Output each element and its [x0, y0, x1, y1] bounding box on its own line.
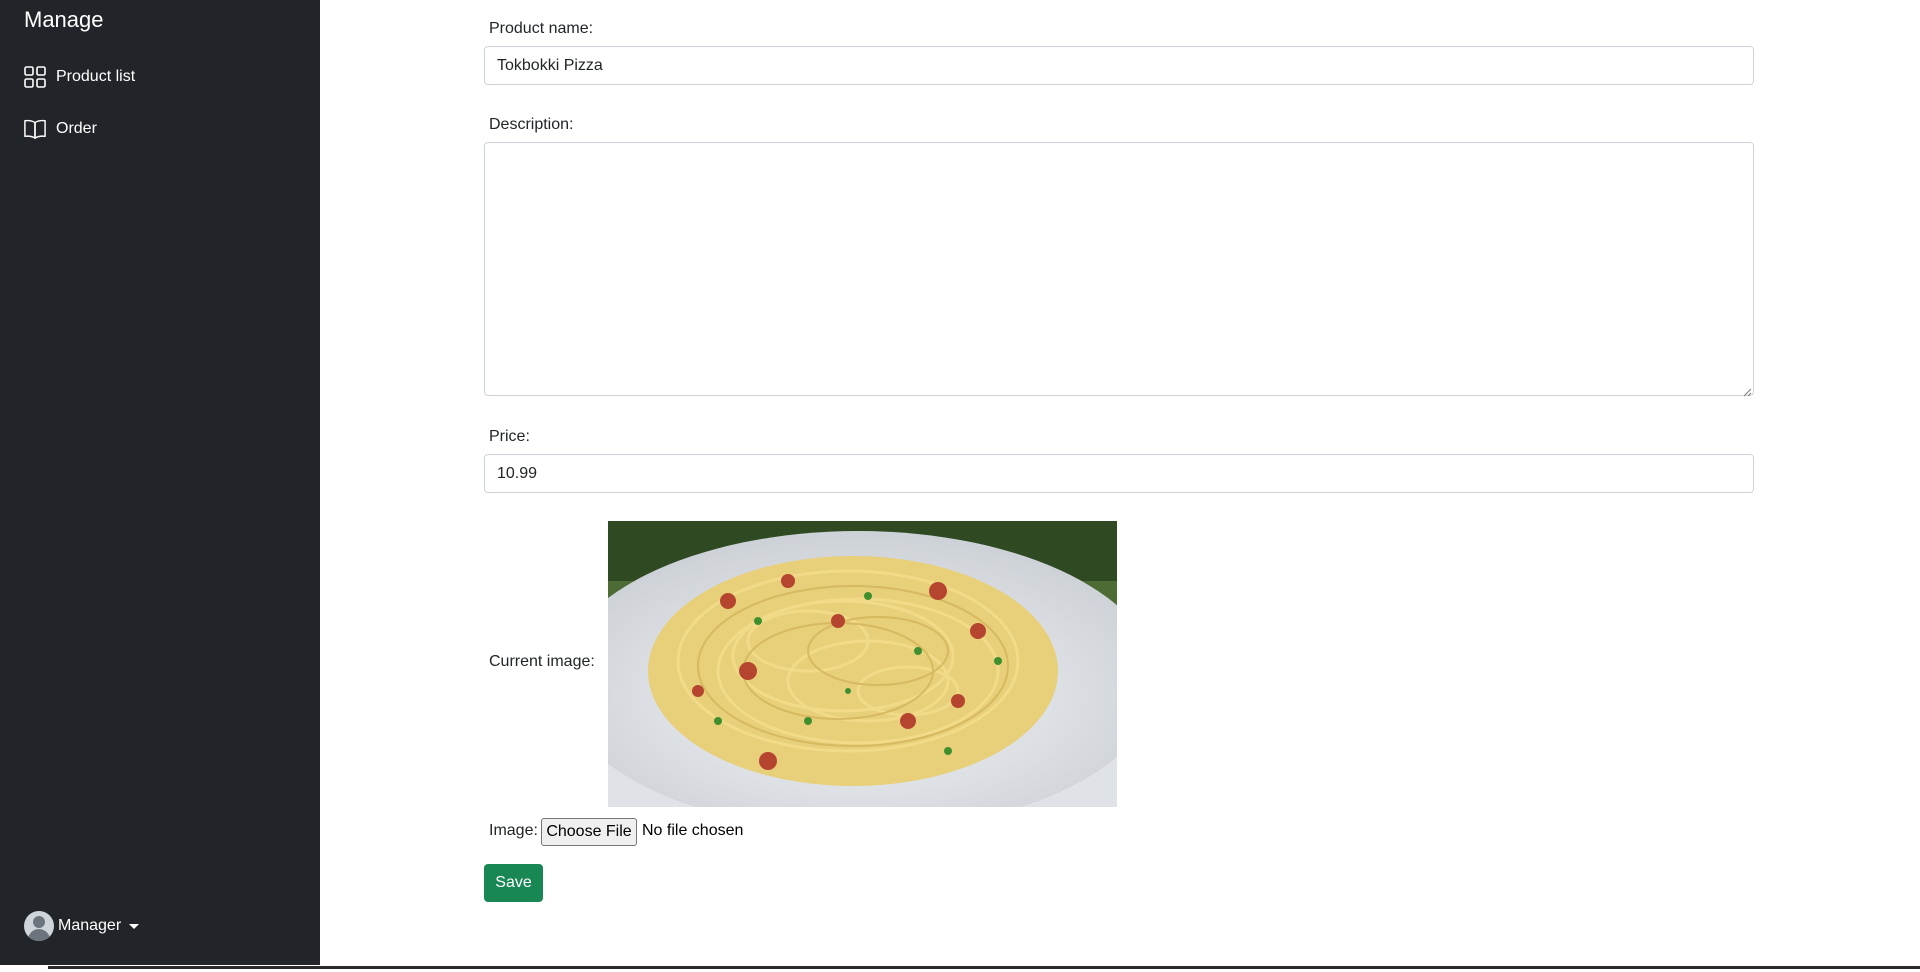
- sidebar-item-label: Order: [56, 120, 97, 137]
- sidebar: Manage Product list Order Manager: [0, 0, 320, 965]
- save-button[interactable]: Save: [484, 864, 543, 902]
- product-name-label: Product name:: [489, 20, 594, 37]
- sidebar-item-product-list[interactable]: Product list: [24, 66, 135, 88]
- current-image-label: Current image:: [489, 653, 595, 670]
- book-icon: [24, 118, 46, 140]
- resize-handle-icon[interactable]: [1742, 384, 1752, 397]
- choose-file-button[interactable]: Choose File: [541, 818, 637, 846]
- brand-title: Manage: [24, 7, 104, 32]
- user-name: Manager: [58, 917, 122, 934]
- caret-down-icon: [129, 923, 140, 929]
- price-input[interactable]: [484, 454, 1754, 493]
- price-label: Price:: [489, 428, 530, 445]
- file-status-text: No file chosen: [642, 822, 744, 839]
- description-label: Description:: [489, 116, 574, 133]
- avatar: [24, 911, 54, 941]
- grid-icon: [24, 66, 46, 88]
- sidebar-item-label: Product list: [56, 68, 136, 85]
- description-textarea[interactable]: [484, 142, 1754, 396]
- product-name-input[interactable]: [484, 46, 1754, 85]
- sidebar-item-order[interactable]: Order: [24, 118, 97, 140]
- scrollbar-track[interactable]: [48, 966, 1920, 969]
- current-product-image: [608, 521, 1117, 807]
- user-menu[interactable]: Manager: [24, 911, 140, 941]
- image-upload-label: Image:: [489, 822, 538, 839]
